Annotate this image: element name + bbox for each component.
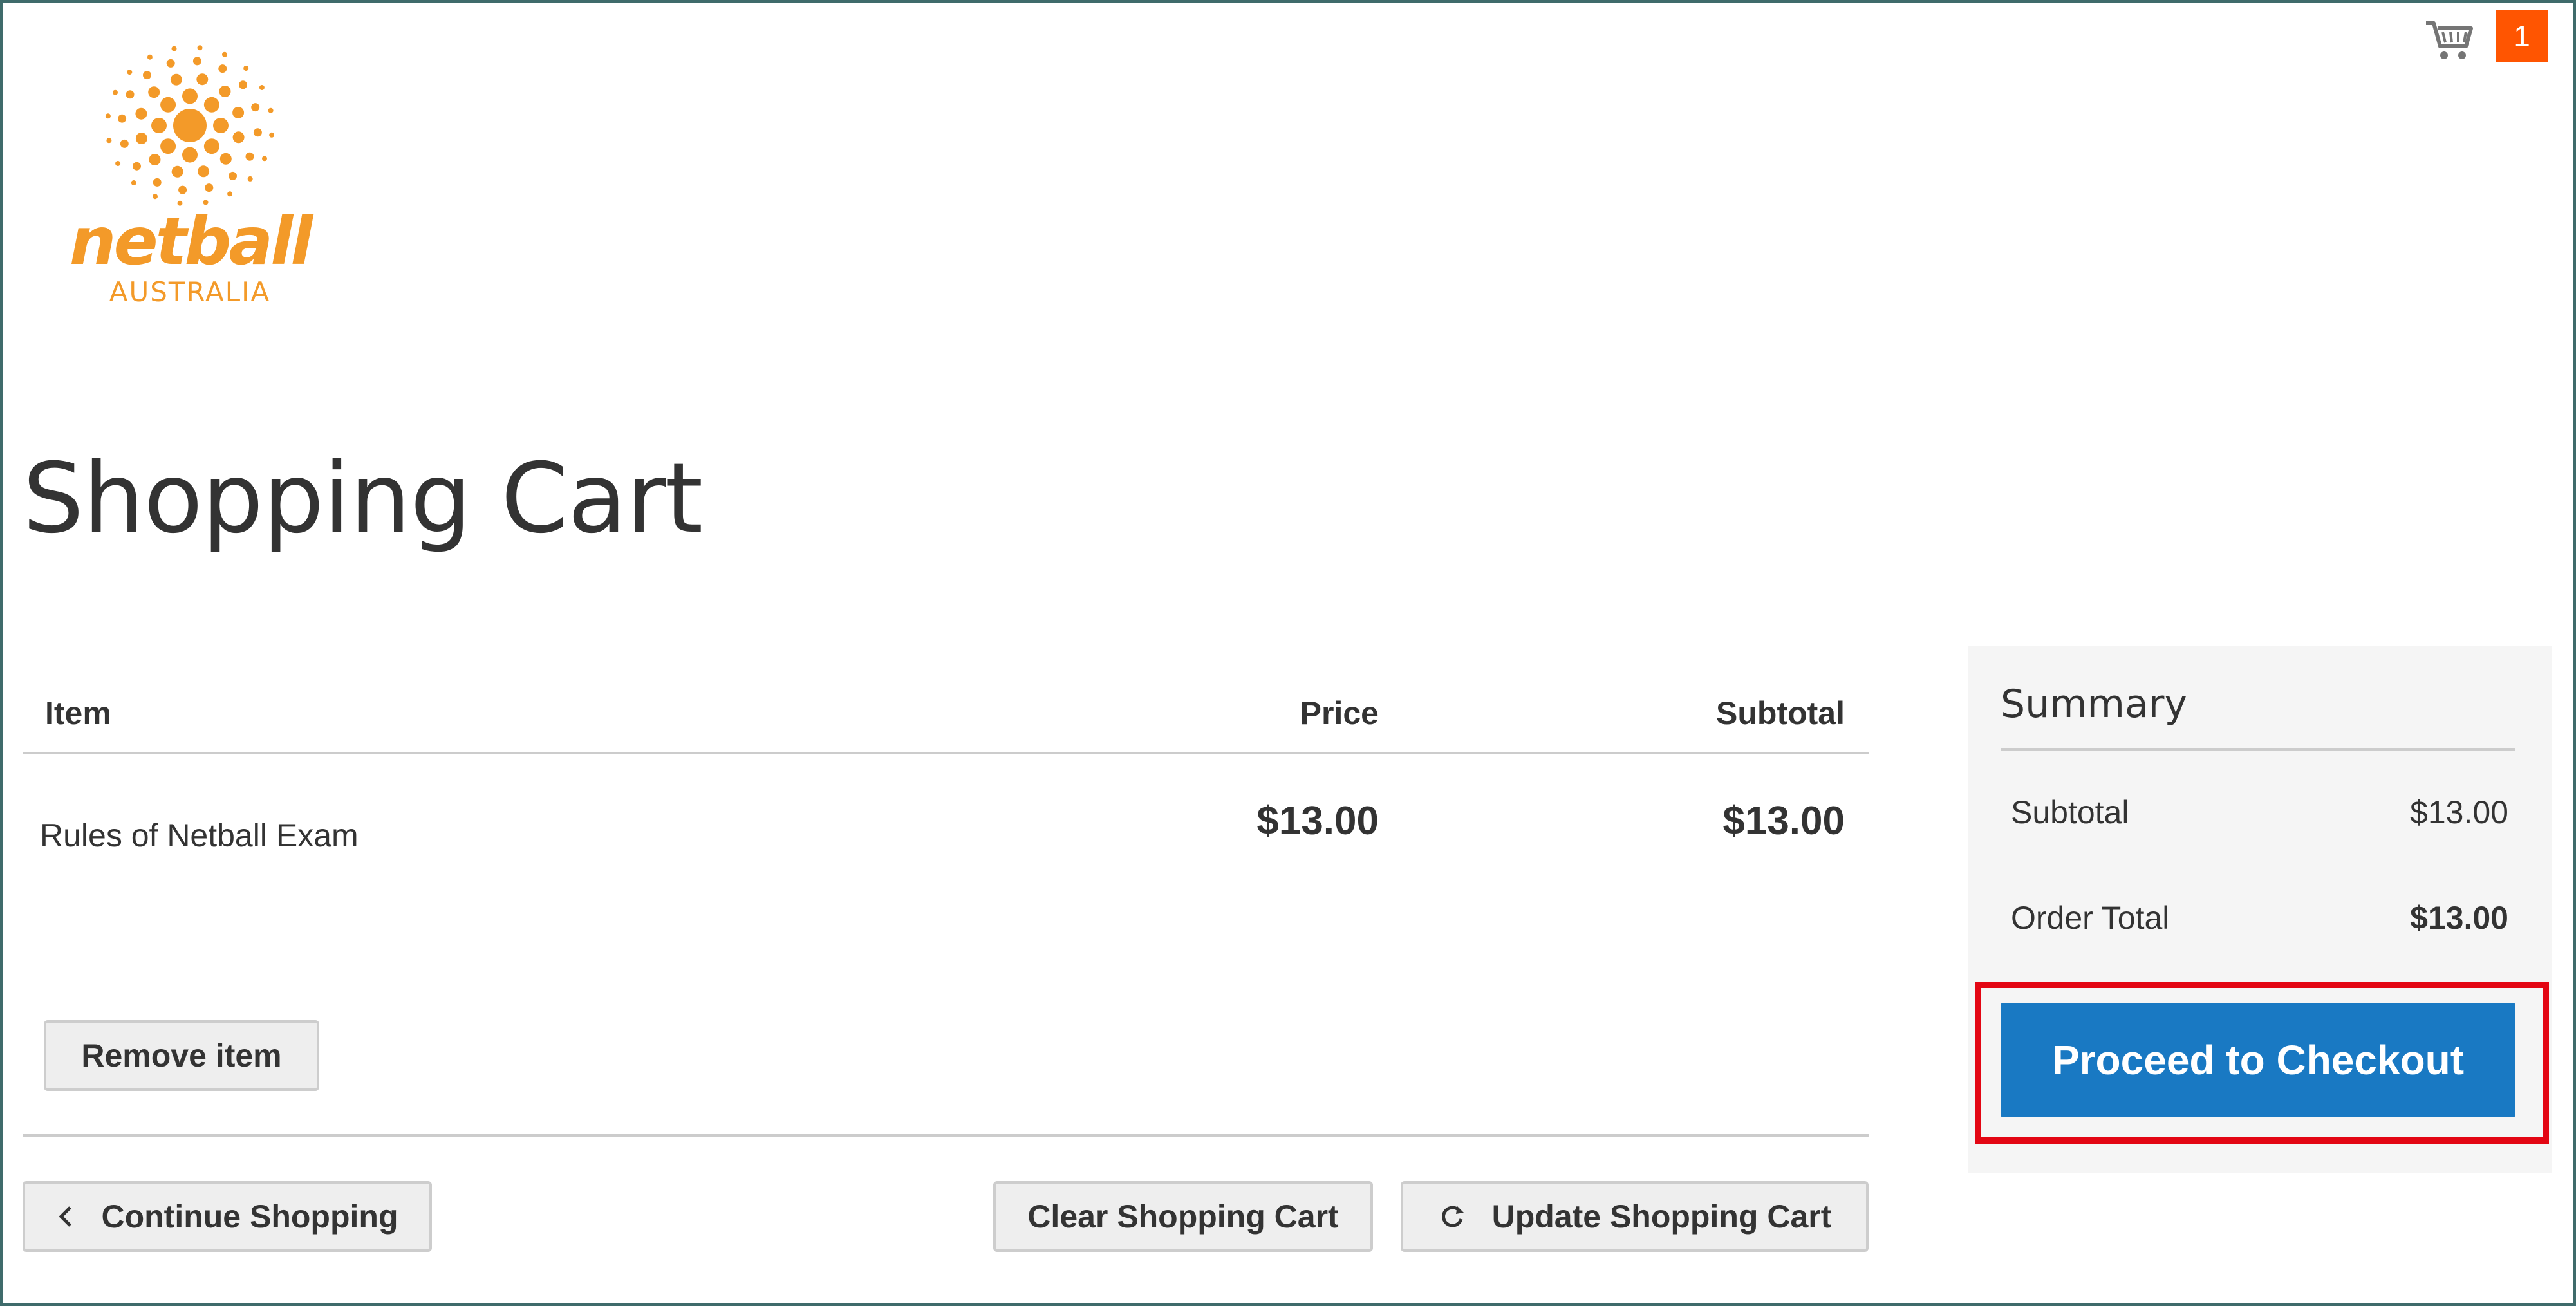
logo-sun-dot xyxy=(243,66,249,71)
cart-icon-graphic xyxy=(2426,21,2473,59)
logo-sun-dot xyxy=(268,107,274,113)
logo-sun-dot xyxy=(239,80,247,89)
logo-sun-dot xyxy=(229,171,237,180)
logo-sun-dot xyxy=(127,70,133,75)
logo-sun-dot xyxy=(153,178,162,187)
logo-sun-dot xyxy=(218,64,227,73)
clear-shopping-cart-label: Clear Shopping Cart xyxy=(1027,1199,1339,1235)
actions-divider xyxy=(23,1134,1869,1137)
logo-sun-dot xyxy=(232,131,245,144)
logo-sun-dot xyxy=(160,138,176,154)
cart-icon[interactable] xyxy=(2423,14,2475,66)
column-header-subtotal: Subtotal xyxy=(1716,695,1845,731)
logo-sun-dot xyxy=(135,107,147,120)
logo-sun-dot xyxy=(197,45,203,51)
logo-sun-dot xyxy=(251,103,260,112)
logo-sun-dot xyxy=(105,113,111,119)
continue-shopping-button[interactable]: Continue Shopping xyxy=(23,1181,432,1252)
item-price: $13.00 xyxy=(1256,799,1379,843)
logo-sun-dot xyxy=(120,139,129,148)
page-title: Shopping Cart xyxy=(23,443,703,555)
logo-sun-dot xyxy=(133,162,141,171)
update-shopping-cart-button[interactable]: Update Shopping Cart xyxy=(1401,1181,1869,1252)
logo-sun-dot xyxy=(131,180,136,185)
logo-sun-dot xyxy=(205,183,214,192)
logo-sun-dot xyxy=(222,51,227,57)
column-header-item: Item xyxy=(45,695,111,731)
logo-sun-dot xyxy=(135,133,147,144)
remove-item-button[interactable]: Remove item xyxy=(44,1020,319,1091)
logo-sun-dot xyxy=(153,194,158,200)
logo-sun-dot xyxy=(148,86,160,98)
logo-sun-dot xyxy=(166,59,175,68)
logo-sun-dot xyxy=(245,152,254,161)
logo-sun-dot xyxy=(219,86,231,97)
logo-sun-dot xyxy=(203,97,219,113)
summary-order-total-label: Order Total xyxy=(2011,900,2170,936)
item-subtotal: $13.00 xyxy=(1722,799,1845,843)
logo-sun-dot xyxy=(192,57,201,66)
summary-divider xyxy=(2001,748,2515,751)
cart-count-badge[interactable]: 1 xyxy=(2496,10,2548,62)
logo-sun-dot xyxy=(106,138,112,144)
chevron-left-icon xyxy=(59,1206,72,1227)
logo-sun-dot xyxy=(126,90,135,99)
logo-sun-dot xyxy=(262,156,267,162)
logo-sun-dot xyxy=(182,88,198,104)
logo-sun-center xyxy=(173,109,207,142)
proceed-to-checkout-button[interactable]: Proceed to Checkout xyxy=(2001,1003,2515,1117)
logo-sun-dot xyxy=(143,71,151,80)
sunburst-logo-icon xyxy=(105,45,275,206)
logo-subtitle: AUSTRALIA xyxy=(109,276,271,308)
column-header-price: Price xyxy=(1300,695,1379,731)
logo-sun-dot xyxy=(227,191,233,197)
logo-sun-dot xyxy=(213,118,229,133)
proceed-to-checkout-label: Proceed to Checkout xyxy=(2051,1037,2465,1083)
logo-sun-dot xyxy=(149,154,161,165)
table-header-divider xyxy=(23,752,1869,754)
logo-sun-dot xyxy=(171,46,177,51)
logo-sun-dot xyxy=(178,185,187,194)
logo-sun-dot xyxy=(219,153,232,165)
netball-australia-logo[interactable]: netball AUSTRALIA xyxy=(61,42,319,312)
logo-sun-dot xyxy=(171,165,183,178)
item-name-link[interactable]: Rules of Netball Exam xyxy=(40,816,359,855)
logo-sun-dot xyxy=(118,114,127,123)
logo-sun-dot xyxy=(253,128,262,137)
logo-sun-dot xyxy=(269,132,275,138)
logo-sun-dot xyxy=(160,97,176,113)
summary-title: Summary xyxy=(2001,682,2187,727)
logo-sun-dot xyxy=(115,161,121,166)
logo-sun-dot xyxy=(147,54,153,60)
logo-sun-dot xyxy=(170,73,182,86)
logo-sun-dot xyxy=(113,89,118,95)
update-shopping-cart-label: Update Shopping Cart xyxy=(1491,1199,1832,1235)
logo-sun-dot xyxy=(203,138,219,154)
logo-sun-dot xyxy=(232,107,245,118)
logo-sun-dot xyxy=(196,73,209,86)
summary-subtotal-value: $13.00 xyxy=(2410,794,2508,830)
logo-sun-dot xyxy=(198,165,210,178)
summary-order-total-value: $13.00 xyxy=(2410,900,2508,936)
logo-wordmark: netball xyxy=(69,203,313,280)
logo-sun-dot xyxy=(182,147,198,163)
summary-subtotal-label: Subtotal xyxy=(2011,794,2129,830)
refresh-icon xyxy=(1441,1206,1464,1227)
remove-item-label: Remove item xyxy=(81,1038,282,1074)
logo-sun-dot xyxy=(259,85,265,90)
clear-shopping-cart-button[interactable]: Clear Shopping Cart xyxy=(993,1181,1373,1252)
logo-sun-dot xyxy=(247,176,253,182)
logo-sun-dot xyxy=(151,118,167,133)
continue-shopping-label: Continue Shopping xyxy=(101,1199,398,1235)
